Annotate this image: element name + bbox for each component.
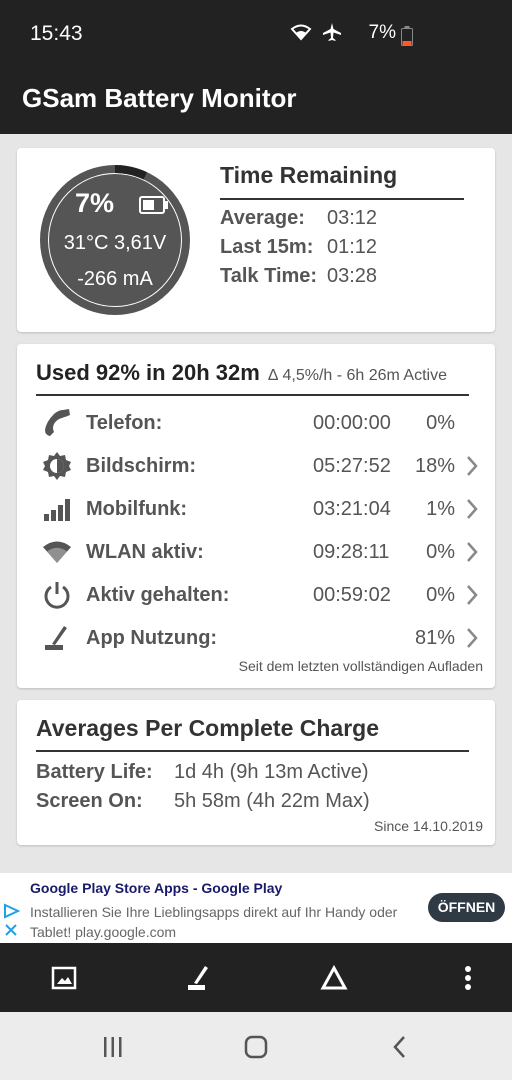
row-value: 01:12 [327, 236, 378, 258]
chevron-right-icon[interactable] [466, 541, 478, 568]
divider [36, 750, 469, 752]
time-remaining-card[interactable]: 7% 31°C 3,61V -266 mA Time Remaining Ave… [17, 148, 495, 332]
usage-percent: 0% [426, 541, 455, 563]
usage-time: 09:28:11 [313, 541, 390, 563]
usage-percent: 1% [426, 498, 455, 520]
gauge-readout: 7% 31°C 3,61V -266 mA [35, 160, 195, 320]
usage-row-wifi[interactable]: WLAN aktiv: 09:28:11 0% [17, 533, 495, 569]
averages-row: Screen On: 5h 58m (4h 22m Max) [36, 790, 370, 813]
usage-headline: Used 92% in 20h 32m [36, 360, 260, 385]
usage-percent: 0% [426, 412, 455, 434]
row-value: 5h 58m (4h 22m Max) [174, 790, 370, 812]
ad-open-button[interactable]: ÖFFNEN [428, 893, 505, 922]
battery-low-icon [401, 26, 413, 51]
airplane-mode-icon [322, 22, 342, 47]
row-value: 1d 4h (9h 13m Active) [174, 761, 369, 783]
gauge-temp-voltage: 31°C 3,61V [63, 232, 167, 254]
recents-icon[interactable] [95, 1034, 131, 1060]
usage-card: Used 92% in 20h 32m ∆ 4,5%/h - 6h 26m Ac… [17, 344, 495, 688]
gauge-current: -266 mA [77, 268, 153, 290]
close-icon[interactable] [4, 923, 18, 942]
status-battery-percent: 7% [368, 22, 396, 43]
chevron-right-icon[interactable] [466, 584, 478, 611]
adchoices-icon[interactable] [3, 903, 21, 924]
averages-footnote: Since 14.10.2019 [374, 818, 483, 834]
usage-time: 00:00:00 [313, 412, 391, 434]
row-label: Battery Life: [36, 761, 153, 783]
divider [36, 394, 469, 396]
usage-label: App Nutzung: [86, 627, 218, 649]
row-label: Screen On: [36, 790, 143, 812]
ad-body[interactable]: Installieren Sie Ihre Lieblingsapps dire… [30, 902, 420, 942]
averages-row: Battery Life: 1d 4h (9h 13m Active) [36, 761, 369, 784]
usage-label: Telefon: [86, 412, 163, 434]
battery-icon [139, 196, 169, 219]
home-icon[interactable] [238, 1034, 274, 1060]
usage-label: Bildschirm: [86, 455, 197, 477]
chevron-right-icon[interactable] [466, 455, 478, 482]
system-nav-bar [0, 1012, 512, 1080]
usage-row-phone[interactable]: Telefon: 00:00:00 0% [17, 404, 495, 440]
phone-icon [41, 408, 73, 438]
averages-card: Averages Per Complete Charge Battery Lif… [17, 700, 495, 845]
row-value: 03:12 [327, 207, 378, 229]
gauge-percent: 7% [75, 188, 115, 218]
usage-row-screen[interactable]: Bildschirm: 05:27:52 18% [17, 447, 495, 483]
time-remaining-row: Talk Time: 03:28 [220, 265, 377, 288]
time-remaining-row: Average: 03:12 [220, 207, 377, 230]
time-remaining-title: Time Remaining [220, 162, 398, 188]
delta-icon[interactable] [316, 961, 352, 995]
usage-time: 00:59:02 [313, 584, 391, 606]
overflow-menu-icon[interactable] [450, 961, 486, 995]
divider [220, 198, 464, 200]
app-usage-icon[interactable] [181, 961, 217, 995]
app-bar: GSam Battery Monitor [0, 64, 512, 134]
usage-label: Aktiv gehalten: [86, 584, 230, 606]
row-value: 03:28 [327, 265, 378, 287]
usage-header: Used 92% in 20h 32m ∆ 4,5%/h - 6h 26m Ac… [36, 360, 447, 386]
signal-bars-icon [41, 494, 73, 524]
usage-row-app-usage[interactable]: App Nutzung: 81% [17, 619, 495, 655]
chevron-right-icon[interactable] [466, 627, 478, 654]
usage-row-keep-awake[interactable]: Aktiv gehalten: 00:59:02 0% [17, 576, 495, 612]
image-icon[interactable] [46, 961, 82, 995]
averages-title: Averages Per Complete Charge [36, 715, 380, 741]
usage-footnote: Seit dem letzten vollständigen Aufladen [238, 658, 483, 674]
usage-rate: ∆ 4,5%/h - 6h 26m Active [268, 367, 447, 384]
row-label: Talk Time: [220, 265, 318, 287]
row-label: Average: [220, 207, 305, 229]
usage-percent: 18% [414, 455, 455, 477]
ad-banner[interactable]: Google Play Store Apps - Google Play Ins… [0, 873, 512, 943]
power-icon [41, 580, 73, 610]
brightness-icon [41, 451, 73, 481]
usage-time: 05:27:52 [313, 455, 391, 477]
chevron-right-icon[interactable] [466, 498, 478, 525]
time-remaining-row: Last 15m: 01:12 [220, 236, 377, 259]
status-bar: 15:43 7% [0, 0, 512, 64]
usage-time: 03:21:04 [313, 498, 391, 520]
row-label: Last 15m: [220, 236, 314, 258]
usage-label: Mobilfunk: [86, 498, 188, 520]
usage-label: WLAN aktiv: [86, 541, 204, 563]
app-usage-icon [41, 623, 73, 653]
back-icon[interactable] [382, 1034, 418, 1060]
usage-percent: 0% [426, 584, 455, 606]
status-time: 15:43 [30, 22, 83, 45]
wifi-icon [41, 537, 73, 567]
usage-row-mobile[interactable]: Mobilfunk: 03:21:04 1% [17, 490, 495, 526]
ad-title[interactable]: Google Play Store Apps - Google Play [30, 880, 282, 896]
usage-percent: 81% [414, 627, 455, 649]
bottom-toolbar [0, 943, 512, 1012]
wifi-icon [290, 23, 312, 46]
app-title: GSam Battery Monitor [22, 83, 297, 113]
